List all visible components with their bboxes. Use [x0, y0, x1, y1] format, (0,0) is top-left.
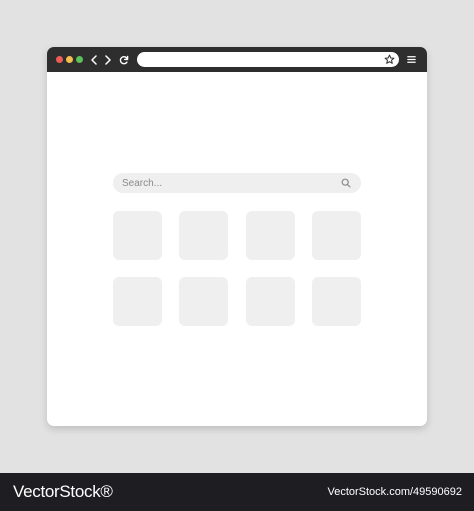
watermark-bar: VectorStock® VectorStock.com/49590692	[0, 473, 474, 511]
back-button[interactable]	[87, 51, 101, 68]
reload-button[interactable]	[117, 51, 131, 68]
shortcut-tile[interactable]	[179, 277, 228, 326]
hamburger-menu-icon[interactable]	[406, 54, 417, 65]
reload-icon	[119, 55, 129, 64]
shortcut-tile[interactable]	[179, 211, 228, 260]
search-icon[interactable]	[341, 178, 351, 188]
browser-toolbar	[47, 47, 427, 72]
maximize-window-dot[interactable]	[76, 56, 83, 63]
address-bar-input[interactable]	[137, 52, 399, 67]
shortcut-tile[interactable]	[113, 277, 162, 326]
shortcut-tile[interactable]	[113, 211, 162, 260]
forward-button[interactable]	[101, 51, 115, 68]
shortcut-tile[interactable]	[246, 277, 295, 326]
shortcut-tile-grid	[113, 211, 361, 326]
chevron-right-icon	[105, 54, 111, 65]
shortcut-tile[interactable]	[246, 211, 295, 260]
shortcut-tile[interactable]	[312, 211, 361, 260]
shortcut-tile[interactable]	[312, 277, 361, 326]
star-icon[interactable]	[384, 54, 395, 65]
search-box	[113, 173, 361, 193]
close-window-dot[interactable]	[56, 56, 63, 63]
minimize-window-dot[interactable]	[66, 56, 73, 63]
search-input[interactable]	[113, 173, 361, 193]
watermark-brand: VectorStock®	[13, 482, 113, 501]
watermark-id: VectorStock.com/49590692	[327, 486, 462, 498]
background-canvas	[0, 0, 474, 473]
browser-window	[47, 47, 427, 426]
chevron-left-icon	[91, 54, 97, 65]
